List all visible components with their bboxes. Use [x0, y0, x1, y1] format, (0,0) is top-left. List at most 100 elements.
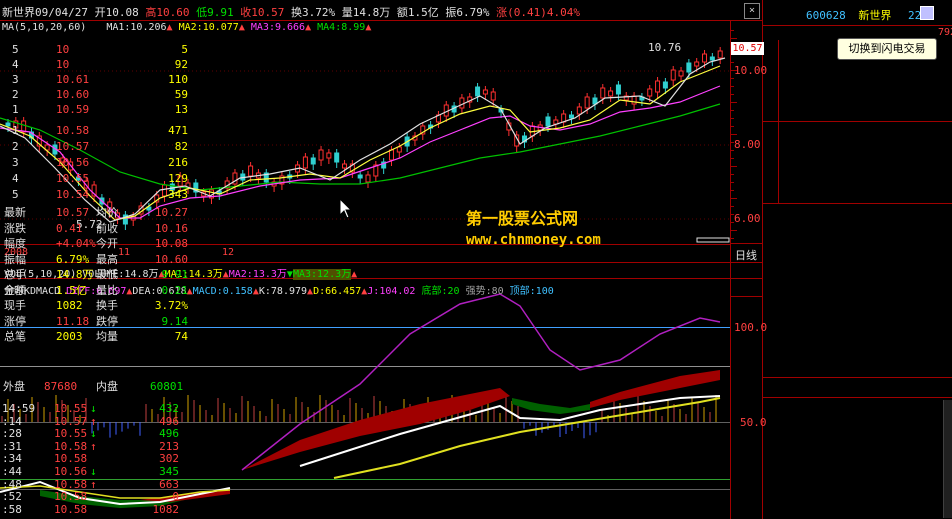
quote-label: 现手	[4, 299, 26, 312]
macd-red-band	[242, 388, 510, 470]
quote-row: 幅度 +4.04% 今开 10.08	[0, 237, 189, 250]
quote-value: 0.41	[56, 221, 83, 235]
quote-value: 2003	[56, 330, 83, 343]
candle-body	[357, 174, 363, 179]
candle-body	[475, 86, 481, 97]
trade-amount: 额1.5亿	[396, 6, 439, 19]
tick-row: :48 10.58 ↑ 663	[0, 478, 189, 491]
quote-value: 10.16	[154, 221, 188, 235]
sell-price: 10	[56, 43, 70, 56]
quote-row: 涨跌 0.41 前收 10.16	[0, 222, 189, 235]
j-value: J:104.02	[367, 286, 416, 297]
tick-scrollbar[interactable]	[943, 400, 952, 518]
buy-level: 2	[12, 140, 19, 153]
tick-time: :58	[2, 502, 22, 516]
candle-body	[576, 106, 582, 115]
flash-trade-icon[interactable]	[920, 6, 934, 20]
sell-volume: 110	[168, 73, 188, 86]
quote-label: 前收	[96, 221, 118, 235]
price-axis-8: 8.00	[734, 138, 761, 151]
candle-body	[365, 174, 371, 183]
tick-arrow: ↑	[90, 414, 97, 428]
candle-body	[600, 87, 606, 99]
tick-arrow: ↓	[90, 465, 97, 478]
outer-inner-row: 外盘 87680 内盘 60801	[0, 380, 189, 393]
vol-ma2: MA2:13.3万	[228, 269, 287, 280]
quote-value: 9.91	[161, 268, 189, 281]
low-price: 低9.91	[196, 6, 234, 19]
buy-row: 1 10.58 471	[0, 124, 189, 137]
candle-body	[584, 96, 590, 109]
tick-row: :44 10.56 ↓ 345	[0, 465, 189, 478]
quote-value: 1082	[56, 299, 83, 312]
sell-level: 2	[12, 88, 19, 101]
flash-trade-tooltip: 切换到闪电交易	[837, 38, 937, 60]
buy-volume: 216	[168, 156, 188, 169]
buy-price: 10.57	[56, 140, 90, 153]
tick-price: 10.58	[54, 439, 88, 453]
buy-price: 10.58	[56, 124, 90, 137]
candle-body	[459, 97, 465, 109]
quote-value: +4.04%	[56, 237, 96, 250]
sell-price: 10.61	[56, 73, 90, 86]
buy-level: 1	[12, 124, 19, 137]
tick-volume: 345	[159, 465, 179, 478]
quote-label: 金额	[4, 283, 26, 297]
current-price-marker: 10.57	[731, 42, 764, 55]
candle-body	[717, 50, 723, 59]
macd-value: MACD:0.158	[192, 286, 253, 297]
top-value: 顶部:100	[509, 286, 554, 297]
buy-volume: 82	[174, 140, 188, 153]
tick-row: :34 10.58 302	[0, 452, 189, 465]
buy-volume: 343	[168, 188, 188, 201]
sell-volume: 13	[174, 103, 188, 116]
quote-label: 今开	[96, 237, 118, 250]
high-price-label: 10.76	[648, 41, 682, 54]
candle-body	[326, 152, 332, 159]
tick-price: 10.58	[54, 452, 88, 466]
sell-level: 4	[12, 58, 19, 71]
quote-label: 幅度	[4, 237, 26, 250]
tick-time: :34	[2, 452, 22, 466]
buy-level: 4	[12, 172, 19, 185]
quote-value: 0.21	[161, 283, 189, 297]
buy-level: 5	[12, 188, 19, 201]
tick-row: 14:59 10.55 ↓ 432	[0, 402, 189, 415]
tick-volume: 0	[172, 490, 179, 504]
tick-volume: 496	[159, 414, 179, 428]
change-value: 涨(0.41)4.04%	[496, 6, 580, 19]
quote-label: 振幅	[4, 252, 26, 266]
quote-value: 10.57	[56, 206, 90, 219]
daily-button[interactable]: 日线	[735, 247, 757, 263]
sell-top-price: 792	[938, 27, 952, 38]
sell-volume: 59	[174, 88, 188, 101]
sell-row: 1 10.59 13	[0, 103, 189, 116]
sell-row: 2 10.60 59	[0, 88, 189, 101]
candle-body	[396, 146, 402, 153]
close-icon[interactable]: ×	[744, 3, 760, 19]
tick-time: :31	[2, 439, 22, 453]
ma2-value: MA2:10.077	[178, 22, 239, 33]
turnover-rate: 换3.72%	[290, 6, 336, 19]
candle-body	[318, 149, 324, 161]
quote-value: 10.27	[154, 206, 188, 219]
tick-volume: 432	[159, 402, 179, 415]
ma3-value: MA3:9.666	[250, 22, 306, 33]
quote-value: 11.18	[56, 314, 90, 328]
buy-volume: 129	[168, 172, 188, 185]
tick-price: 10.55	[54, 427, 88, 441]
candle-body	[334, 152, 340, 163]
sell-price: 10	[56, 58, 70, 71]
dea-line	[333, 397, 721, 479]
quote-row: 最新 10.57 均价 10.27	[0, 206, 189, 219]
candle-body	[670, 69, 676, 81]
d-value: D:66.457	[313, 286, 362, 297]
tick-time: 14:59	[2, 402, 36, 415]
quote-label: 涨跌	[4, 221, 26, 235]
buy-row: 3 10.56 216	[0, 156, 189, 169]
time-axis-12: 12	[222, 247, 235, 258]
quote-value: 14.8万	[56, 268, 94, 281]
tick-time: :52	[2, 490, 22, 504]
tick-price: 10.58	[54, 490, 88, 504]
quote-row: 现手 1082 换手 3.72%	[0, 299, 189, 312]
